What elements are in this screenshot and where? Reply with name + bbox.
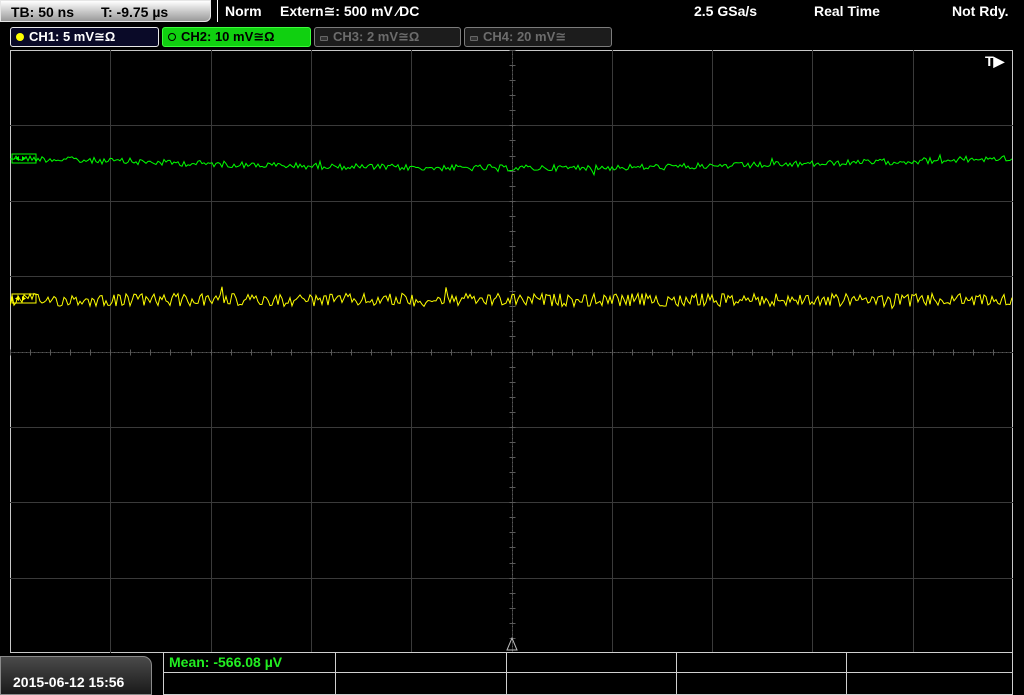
- timebase-panel[interactable]: TB: 50 ns T: -9.75 µs: [0, 0, 211, 22]
- channel-3-tab[interactable]: CH3: 2 mV≅Ω: [314, 27, 461, 47]
- datetime-label: 2015-06-12 15:56: [13, 674, 125, 690]
- channel-3-indicator-icon: [320, 36, 328, 41]
- channel-1-indicator-icon: [16, 33, 24, 41]
- channel-2-tab[interactable]: CH2: 10 mV≅Ω: [162, 27, 311, 47]
- waveform-area[interactable]: T▶: [10, 50, 1013, 653]
- channel-1-tab[interactable]: CH1: 5 mV≅Ω: [10, 27, 159, 47]
- trigger-source-label[interactable]: Extern≅: 500 mV ⁄DC: [280, 3, 419, 20]
- trigger-position-marker: T▶: [985, 53, 1006, 69]
- measurement-col-divider: [846, 653, 847, 694]
- channel-1-trace: [10, 286, 1013, 310]
- channel-4-indicator-icon: [470, 36, 478, 41]
- channel-4-label: CH4: 20 mV≅: [483, 29, 567, 44]
- graticule-ticks: [10, 50, 994, 639]
- measurement-col-divider: [676, 653, 677, 694]
- sample-rate-label: 2.5 GSa/s: [694, 3, 758, 19]
- channel-2-marker-icon[interactable]: [11, 153, 37, 164]
- run-state-label: Not Rdy.: [952, 3, 1009, 19]
- acquisition-mode-label: Real Time: [814, 3, 880, 19]
- mean-measurement: Mean: -566.08 µV: [169, 654, 283, 670]
- measurement-table[interactable]: Mean: -566.08 µV: [163, 652, 1013, 695]
- measurement-col-divider: [335, 653, 336, 694]
- channel-4-tab[interactable]: CH4: 20 mV≅: [464, 27, 612, 47]
- channel-2-indicator-icon: [168, 33, 176, 41]
- channel-2-label: CH2: 10 mV≅Ω: [181, 29, 275, 44]
- measurement-col-divider: [506, 653, 507, 694]
- timebase-label: TB: 50 ns: [11, 4, 75, 20]
- channel-1-label: CH1: 5 mV≅Ω: [29, 29, 116, 44]
- channel-3-label: CH3: 2 mV≅Ω: [333, 29, 420, 44]
- trigger-mode-label[interactable]: Norm: [225, 3, 262, 19]
- datetime-panel: 2015-06-12 15:56: [0, 656, 152, 695]
- measurement-row-divider: [164, 672, 1012, 673]
- trigger-time-label: T: -9.75 µs: [101, 4, 169, 20]
- status-bar: TB: 50 ns T: -9.75 µs Norm Extern≅: 500 …: [0, 0, 1024, 24]
- status-divider: [217, 0, 218, 22]
